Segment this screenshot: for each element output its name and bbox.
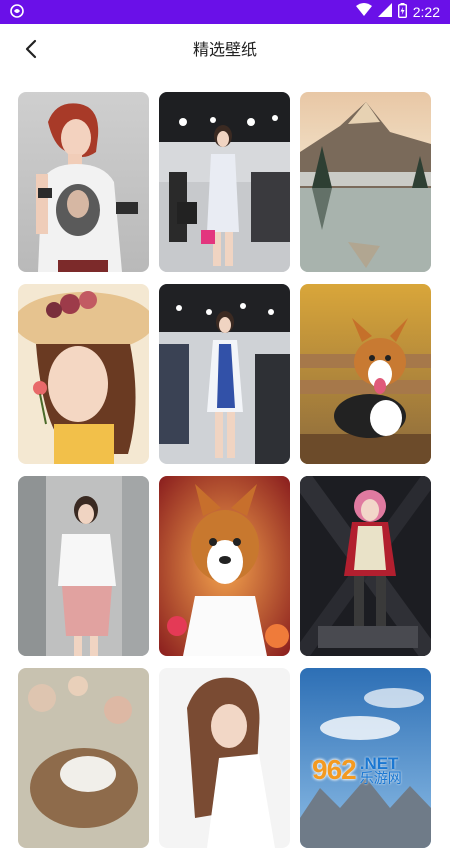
app-icon bbox=[10, 3, 24, 22]
battery-icon bbox=[397, 2, 407, 22]
wallpaper-thumbnail[interactable] bbox=[159, 284, 290, 464]
wallpaper-grid bbox=[18, 92, 432, 848]
wallpaper-thumbnail[interactable] bbox=[18, 92, 149, 272]
status-bar: 2:22 bbox=[0, 0, 450, 24]
wallpaper-thumbnail[interactable] bbox=[159, 92, 290, 272]
wallpaper-thumbnail[interactable] bbox=[18, 668, 149, 848]
header: 精选壁纸 bbox=[0, 24, 450, 72]
signal-icon bbox=[377, 3, 392, 21]
watermark-site: 乐游网 bbox=[359, 770, 402, 787]
wallpaper-thumbnail[interactable] bbox=[300, 284, 431, 464]
wallpaper-thumbnail[interactable] bbox=[300, 476, 431, 656]
status-time: 2:22 bbox=[412, 4, 440, 20]
watermark-number: 962 bbox=[312, 754, 357, 785]
wallpaper-thumbnail[interactable] bbox=[18, 476, 149, 656]
wallpaper-thumbnail[interactable] bbox=[159, 668, 290, 848]
wifi-icon bbox=[355, 3, 372, 21]
wallpaper-thumbnail[interactable] bbox=[159, 476, 290, 656]
watermark-right: .NET 乐游网 bbox=[360, 755, 402, 786]
status-right: 2:22 bbox=[355, 2, 440, 22]
page-title: 精选壁纸 bbox=[192, 40, 257, 59]
wallpaper-thumbnail[interactable] bbox=[300, 92, 431, 272]
watermark-logo: 962 .NET 乐游网 bbox=[312, 746, 446, 794]
status-left bbox=[10, 3, 24, 22]
chevron-left-icon bbox=[25, 39, 37, 59]
wallpaper-thumbnail[interactable] bbox=[18, 284, 149, 464]
watermark-net: .NET bbox=[359, 753, 399, 773]
back-button[interactable] bbox=[18, 36, 44, 62]
